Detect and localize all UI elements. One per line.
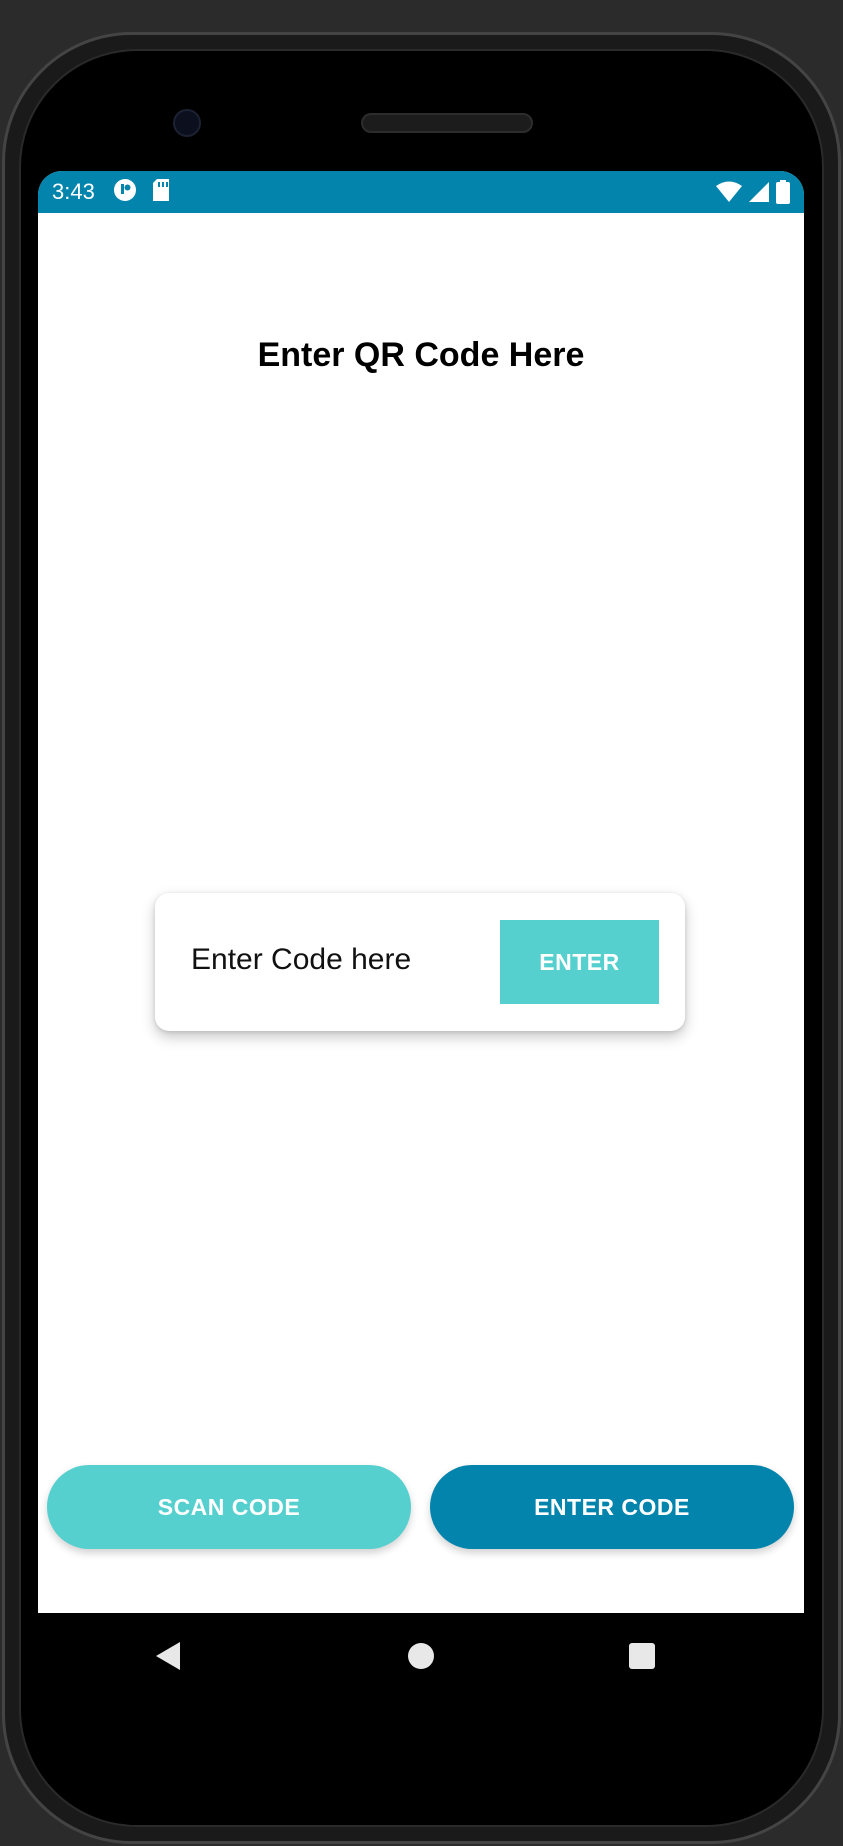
code-entry-card: ENTER (155, 893, 685, 1031)
recents-icon[interactable] (628, 1641, 656, 1676)
status-bar: 3:43 (38, 171, 804, 213)
battery-icon (776, 180, 790, 209)
page-title: Enter QR Code Here (257, 336, 585, 374)
front-camera (173, 109, 201, 137)
earpiece-speaker (361, 113, 533, 133)
signal-icon (748, 181, 770, 208)
app-screen: 3:43 Enter QR Code Here Enter Code here … (38, 171, 804, 1613)
sd-card-icon (151, 178, 171, 207)
enter-button[interactable]: ENTER (500, 920, 659, 1004)
code-input[interactable] (191, 935, 491, 985)
home-icon[interactable] (407, 1641, 435, 1676)
device-frame: 3:43 Enter QR Code Here Enter Code here … (0, 30, 843, 1846)
navigation-bar (38, 1613, 804, 1697)
app-notification-icon (113, 178, 137, 207)
back-icon[interactable] (154, 1641, 182, 1676)
scan-code-button[interactable]: SCAN CODE (47, 1465, 411, 1549)
status-time: 3:43 (52, 179, 95, 204)
enter-code-button[interactable]: ENTER CODE (430, 1465, 794, 1549)
wifi-icon (716, 181, 742, 208)
status-icons-right (716, 180, 790, 209)
